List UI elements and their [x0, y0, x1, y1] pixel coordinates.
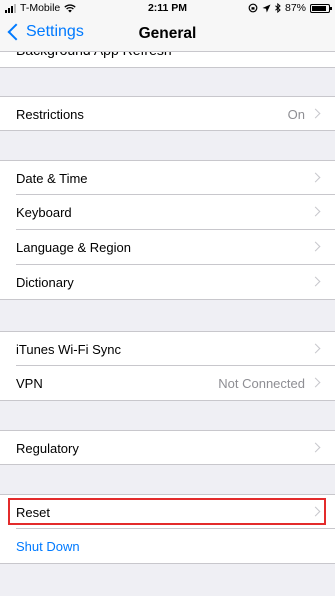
settings-row-itunes-wifi-sync[interactable]: iTunes Wi-Fi Sync: [0, 331, 335, 366]
settings-row-shut-down[interactable]: Shut Down: [0, 529, 335, 564]
settings-row-restrictions[interactable]: Restrictions On: [0, 96, 335, 131]
row-label: Language & Region: [16, 240, 131, 255]
bluetooth-icon: [275, 3, 281, 13]
row-label: Keyboard: [16, 205, 72, 220]
page-title: General: [138, 25, 197, 42]
chevron-right-icon: [310, 506, 321, 517]
settings-row-regulatory[interactable]: Regulatory: [0, 430, 335, 465]
settings-row-dictionary[interactable]: Dictionary: [0, 265, 335, 300]
chevron-right-icon: [310, 276, 321, 287]
chevron-right-icon: [310, 172, 321, 183]
chevron-right-icon: [310, 108, 321, 119]
location-arrow-icon: [262, 4, 271, 12]
chevron-right-icon: [310, 442, 321, 453]
row-label: Regulatory: [16, 441, 79, 456]
row-label: iTunes Wi-Fi Sync: [16, 342, 121, 357]
row-label: Restrictions: [16, 107, 84, 122]
settings-row-keyboard[interactable]: Keyboard: [0, 195, 335, 230]
chevron-right-icon: [310, 241, 321, 252]
chevron-right-icon: [310, 343, 321, 354]
row-label: Dictionary: [16, 275, 74, 290]
battery-icon: [310, 3, 332, 13]
settings-row-language-region[interactable]: Language & Region: [0, 230, 335, 265]
row-value: Not Connected: [218, 376, 305, 391]
shut-down-button[interactable]: Shut Down: [16, 539, 80, 554]
row-label: Reset: [16, 505, 50, 520]
row-value: On: [287, 107, 305, 122]
status-bar: T-Mobile 2:11 PM 87%: [0, 0, 335, 16]
screen-rotation-lock-icon: [248, 3, 258, 13]
settings-row-reset[interactable]: Reset: [0, 494, 335, 529]
settings-row-vpn[interactable]: VPN Not Connected: [0, 366, 335, 401]
status-right: 87%: [248, 2, 332, 14]
row-label: Date & Time: [16, 171, 88, 186]
battery-fill: [312, 5, 326, 11]
chevron-right-icon: [310, 206, 321, 217]
row-label: VPN: [16, 376, 43, 391]
chevron-right-icon: [310, 377, 321, 388]
battery-percent: 87%: [284, 2, 306, 14]
settings-row-date-time[interactable]: Date & Time: [0, 160, 335, 195]
navigation-bar: Settings General: [0, 16, 335, 52]
